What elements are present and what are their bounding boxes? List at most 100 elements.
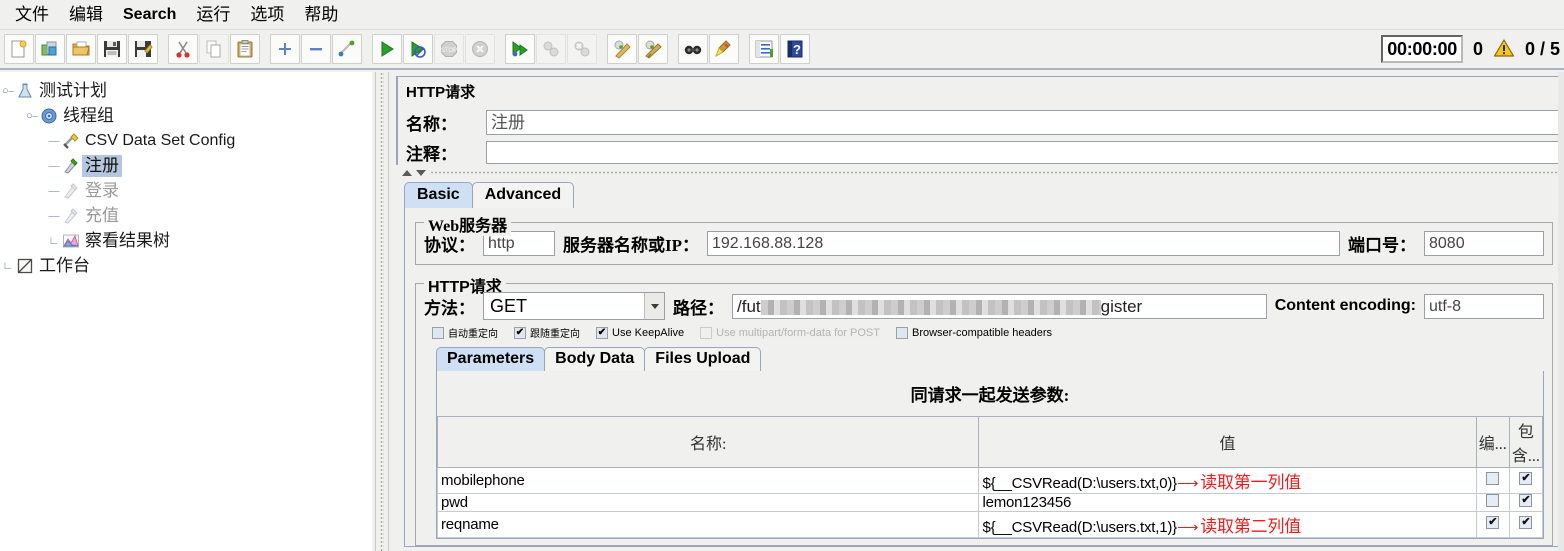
- tree-node-view-results-tree[interactable]: ∟ 察看结果树: [0, 228, 372, 253]
- save-icon[interactable]: [97, 34, 127, 64]
- column-header-include[interactable]: 包含...: [1508, 416, 1544, 468]
- clear-all-icon[interactable]: [638, 34, 668, 64]
- remote-stop-all-icon[interactable]: [536, 34, 566, 64]
- param-include-cell[interactable]: [1508, 511, 1544, 538]
- param-value-cell[interactable]: ${__CSVRead(D:\users.txt,0)}⟶ 读取第一列值: [978, 467, 1477, 494]
- expand-icon[interactable]: [270, 34, 300, 64]
- tree-node-test-plan[interactable]: ○– 测试计划: [0, 78, 372, 103]
- param-value-cell[interactable]: ${__CSVRead(D:\users.txt,1)}⟶ 读取第二列值: [978, 511, 1477, 538]
- table-row[interactable]: reqname ${__CSVRead(D:\users.txt,1)}⟶ 读取第…: [436, 511, 1544, 538]
- menu-item-search[interactable]: Search: [114, 2, 185, 28]
- encode-checkbox[interactable]: [1486, 494, 1500, 507]
- open-icon[interactable]: [66, 34, 96, 64]
- tab-parameters[interactable]: Parameters: [436, 347, 546, 371]
- toggle-icon[interactable]: [332, 34, 362, 64]
- param-include-cell[interactable]: [1508, 493, 1544, 512]
- param-encode-cell[interactable]: [1475, 511, 1510, 538]
- checkbox-box: [700, 326, 713, 339]
- search-reset-icon[interactable]: [709, 34, 739, 64]
- param-name-cell[interactable]: pwd: [436, 493, 980, 512]
- table-row[interactable]: pwd lemon123456: [436, 493, 1544, 512]
- checkbox-box[interactable]: [432, 326, 444, 339]
- menu-item-options[interactable]: 选项: [241, 2, 293, 28]
- tree-node-csv-data-set-config[interactable]: — CSV Data Set Config: [0, 128, 372, 153]
- param-encode-cell[interactable]: [1475, 467, 1510, 494]
- clear-icon[interactable]: [607, 34, 637, 64]
- remote-start-all-icon[interactable]: [505, 34, 535, 64]
- path-input[interactable]: /fut gister: [732, 293, 1267, 319]
- encode-checkbox[interactable]: [1486, 515, 1500, 529]
- stop-icon[interactable]: STOP: [434, 34, 464, 64]
- menu-item-run[interactable]: 运行: [187, 2, 239, 28]
- table-row[interactable]: mobilephone ${__CSVRead(D:\users.txt,0)}…: [436, 467, 1544, 494]
- pane-splitter[interactable]: [372, 72, 392, 551]
- name-input[interactable]: 注册: [486, 110, 1560, 135]
- comment-label: 注释：: [406, 145, 457, 164]
- copy-icon[interactable]: [199, 34, 229, 64]
- shutdown-icon[interactable]: [465, 34, 495, 64]
- vertical-scrollbar[interactable]: [1558, 72, 1564, 551]
- checkbox-box[interactable]: ✔: [596, 326, 608, 339]
- checkbox-auto-redirect[interactable]: 自动重定向: [432, 325, 498, 340]
- tab-basic[interactable]: Basic: [404, 182, 473, 208]
- start-icon[interactable]: [372, 34, 402, 64]
- splitter-grip[interactable]: [380, 72, 384, 551]
- tree-node-recharge[interactable]: — 充值: [0, 203, 372, 228]
- menu-item-help[interactable]: 帮助: [295, 2, 347, 28]
- param-value-cell[interactable]: lemon123456: [978, 493, 1477, 512]
- templates-icon[interactable]: [35, 34, 65, 64]
- start-no-pause-icon[interactable]: [403, 34, 433, 64]
- remote-shutdown-all-icon[interactable]: [567, 34, 597, 64]
- checkbox-box[interactable]: ✔: [514, 326, 526, 339]
- menu-item-edit[interactable]: 编辑: [60, 2, 112, 28]
- checkbox-use-multipart: Use multipart/form-data for POST: [700, 326, 880, 339]
- chevron-down-icon[interactable]: [644, 293, 664, 319]
- new-icon[interactable]: [4, 34, 34, 64]
- save-as-icon[interactable]: [128, 34, 158, 64]
- warning-triangle-icon[interactable]: [1493, 38, 1515, 61]
- search-icon[interactable]: [678, 34, 708, 64]
- method-label: 方法：: [424, 298, 475, 318]
- paste-icon[interactable]: [230, 34, 260, 64]
- tab-files-upload[interactable]: Files Upload: [644, 347, 762, 371]
- column-header-name[interactable]: 名称:: [436, 416, 980, 468]
- menu-item-file[interactable]: 文件: [6, 2, 58, 28]
- server-input[interactable]: 192.168.88.128: [707, 231, 1340, 256]
- tab-advanced[interactable]: Advanced: [471, 182, 575, 208]
- cut-icon[interactable]: [168, 34, 198, 64]
- tab-body-data[interactable]: Body Data: [544, 347, 646, 371]
- include-checkbox[interactable]: [1519, 493, 1533, 507]
- function-helper-icon[interactable]: [749, 34, 779, 64]
- port-input[interactable]: 8080: [1424, 231, 1544, 256]
- method-dropdown[interactable]: GET: [483, 292, 665, 320]
- tree-node-login[interactable]: — 登录: [0, 178, 372, 203]
- parameters-caption: 同请求一起发送参数:: [910, 386, 1070, 405]
- collapse-divider[interactable]: [402, 168, 1564, 177]
- tree-toggle-icon[interactable]: ○–: [2, 85, 14, 97]
- collapse-icon[interactable]: [301, 34, 331, 64]
- param-encode-cell[interactable]: [1475, 493, 1510, 512]
- column-header-value[interactable]: 值: [978, 416, 1477, 468]
- param-name-cell[interactable]: reqname: [436, 511, 980, 538]
- tree-node-thread-group[interactable]: ○– 线程组: [0, 103, 372, 128]
- tree-node-workbench[interactable]: ∟ 工作台: [0, 253, 372, 278]
- comment-row: 注释：: [396, 135, 1564, 165]
- include-checkbox[interactable]: [1519, 471, 1533, 485]
- encode-checkbox[interactable]: [1486, 472, 1500, 485]
- help-icon[interactable]: ?: [780, 34, 810, 64]
- comment-input[interactable]: [486, 141, 1560, 164]
- column-header-encode[interactable]: 编...: [1475, 416, 1510, 468]
- include-checkbox[interactable]: [1519, 515, 1533, 529]
- tree-toggle-icon[interactable]: ○–: [26, 110, 38, 122]
- param-name-cell[interactable]: mobilephone: [436, 467, 980, 494]
- checkbox-use-keepalive[interactable]: ✔ Use KeepAlive: [596, 326, 684, 339]
- checkbox-follow-redirect[interactable]: ✔ 跟随重定向: [514, 325, 580, 340]
- content-encoding-input[interactable]: utf-8: [1424, 293, 1544, 319]
- chevron-down-icon[interactable]: [416, 169, 426, 176]
- checkbox-browser-compatible-headers[interactable]: Browser-compatible headers: [895, 326, 1052, 339]
- toolbar-group-remote: [505, 34, 597, 64]
- chevron-up-icon[interactable]: [402, 169, 412, 176]
- tree-node-register[interactable]: — 注册: [0, 153, 372, 178]
- checkbox-box[interactable]: [895, 326, 908, 339]
- param-include-cell[interactable]: [1508, 467, 1544, 494]
